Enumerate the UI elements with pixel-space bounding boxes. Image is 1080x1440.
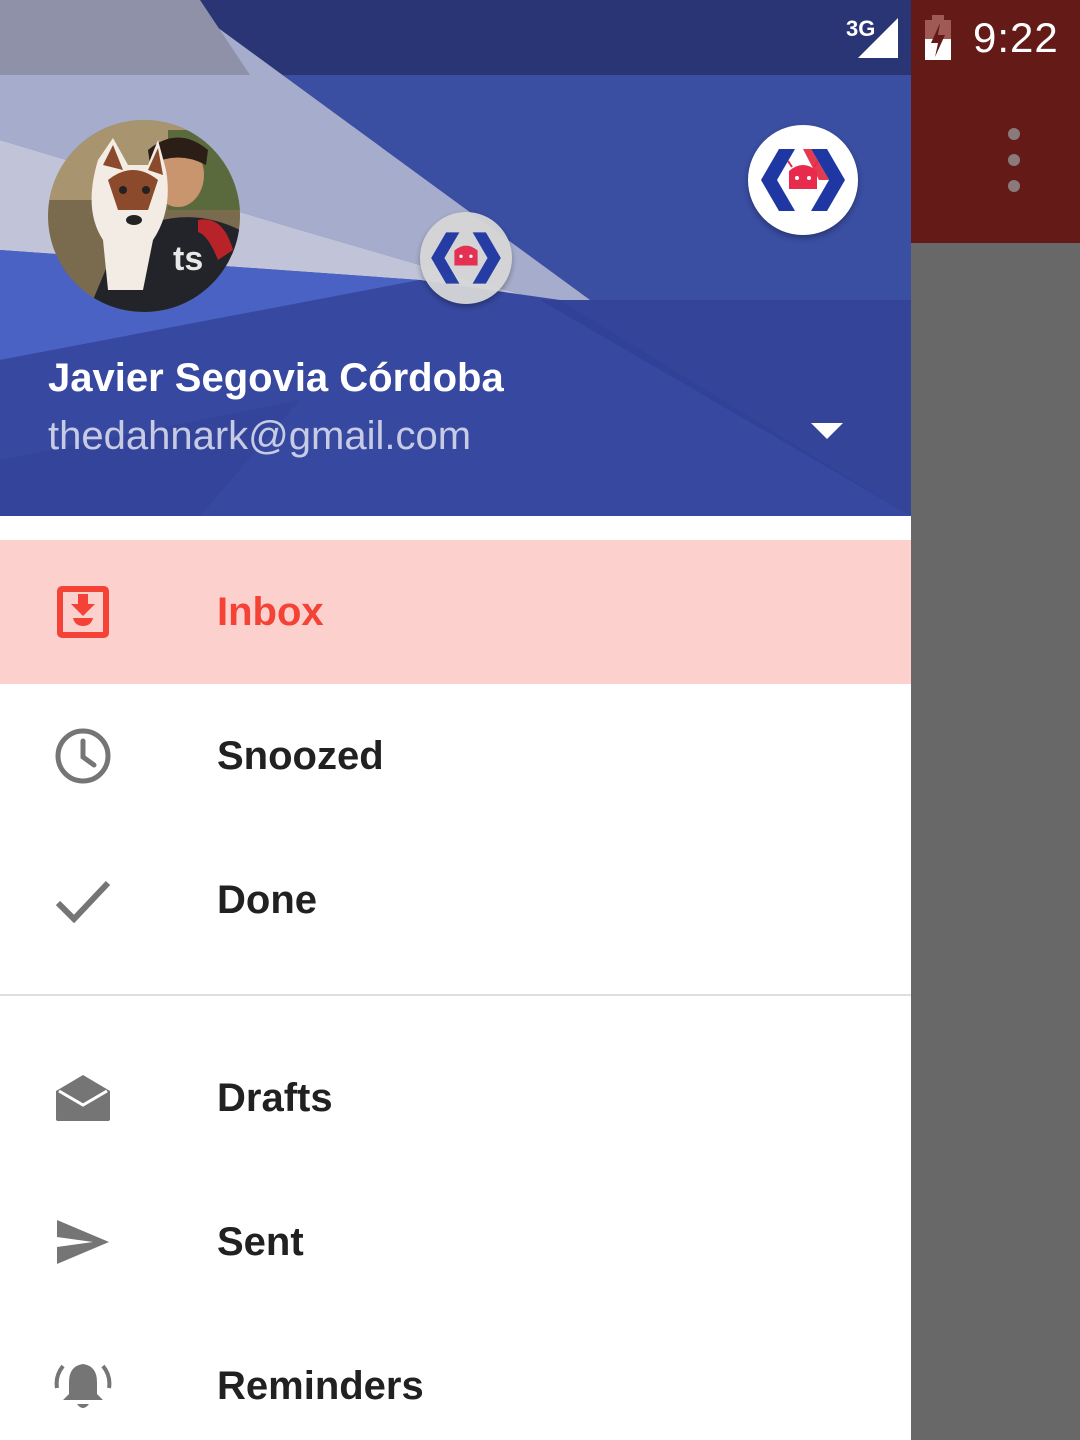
account-email: thedahnark@gmail.com [48, 414, 472, 458]
clock-icon [52, 726, 114, 786]
drafts-icon [52, 1068, 114, 1128]
status-bar-right: 9:22 [911, 0, 1080, 75]
secondary-account-logo[interactable] [420, 212, 512, 304]
send-icon [52, 1212, 114, 1272]
check-icon [52, 870, 114, 930]
nav-label-reminders: Reminders [217, 1363, 424, 1408]
inbox-icon [52, 582, 114, 642]
account-dropdown-icon[interactable] [806, 416, 848, 448]
account-switcher-logo[interactable] [748, 125, 858, 235]
nav-label-sent: Sent [217, 1219, 304, 1264]
drawer-header: 3G ts Javier Segovia Córdoba thedahnark@… [0, 0, 911, 516]
nav-item-inbox[interactable]: Inbox [0, 540, 911, 684]
signal-icon [858, 18, 898, 58]
nav-divider [0, 994, 911, 996]
battery-charging-icon [923, 14, 953, 61]
nav-label-inbox: Inbox [217, 589, 324, 634]
nav-label-drafts: Drafts [217, 1075, 333, 1120]
nav-item-sent[interactable]: Sent [0, 1170, 911, 1314]
nav-item-done[interactable]: Done [0, 828, 911, 972]
bell-icon [52, 1356, 114, 1416]
overflow-menu-icon[interactable] [994, 128, 1034, 192]
nav-label-snoozed: Snoozed [217, 733, 384, 778]
navigation-drawer: 3G ts Javier Segovia Córdoba thedahnark@… [0, 0, 911, 1440]
svg-text:ts: ts [173, 240, 203, 278]
nav-label-done: Done [217, 877, 317, 922]
status-bar-left: 3G [0, 0, 911, 75]
nav-item-reminders[interactable]: Reminders [0, 1314, 911, 1440]
account-name: Javier Segovia Córdoba [48, 356, 504, 400]
nav-item-drafts[interactable]: Drafts [0, 1026, 911, 1170]
status-time: 9:22 [973, 13, 1059, 61]
avatar[interactable]: ts [48, 120, 240, 312]
nav-item-snoozed[interactable]: Snoozed [0, 684, 911, 828]
drawer-nav: Inbox Snoozed Done Drafts Sent Reminders [0, 540, 911, 1440]
